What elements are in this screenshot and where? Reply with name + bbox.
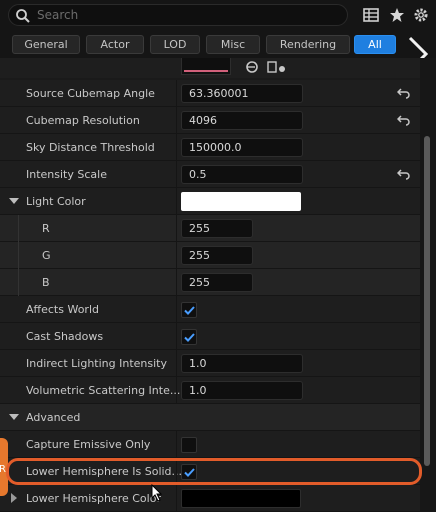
property-label: Affects World	[26, 303, 99, 316]
tab-misc[interactable]: Misc	[206, 35, 260, 54]
property-label: G	[42, 249, 51, 262]
light-color-b-field[interactable]: 255	[181, 273, 253, 292]
property-row-intensity-scale: Intensity Scale 0.5	[0, 161, 420, 188]
column-divider	[176, 269, 177, 296]
light-color-g-field[interactable]: 255	[181, 246, 253, 265]
checkmark-icon	[184, 333, 195, 342]
property-label: R	[42, 222, 50, 235]
expand-arrow-icon[interactable]	[9, 198, 19, 204]
light-color-swatch[interactable]	[181, 192, 301, 211]
column-divider	[176, 350, 177, 377]
property-row-source-cubemap-angle: Source Cubemap Angle 63.360001	[0, 80, 420, 107]
column-divider	[176, 161, 177, 188]
column-divider	[176, 323, 177, 350]
indirect-lighting-intensity-field[interactable]: 1.0	[181, 354, 303, 373]
source-cubemap-angle-field[interactable]: 63.360001	[181, 84, 303, 103]
reset-to-default-icon[interactable]	[397, 168, 411, 180]
sky-distance-threshold-field[interactable]: 150000.0	[181, 138, 303, 157]
scrollbar-thumb[interactable]	[424, 136, 430, 466]
tab-all[interactable]: All	[354, 35, 396, 54]
checkmark-icon	[184, 306, 195, 315]
category-label: Advanced	[26, 411, 81, 424]
mouse-cursor-icon	[151, 484, 163, 502]
property-row-cast-shadows: Cast Shadows	[0, 323, 420, 350]
affects-world-checkbox[interactable]	[181, 302, 197, 318]
intensity-scale-field[interactable]: 0.5	[181, 165, 303, 184]
column-divider	[176, 80, 177, 107]
refresh-icon[interactable]	[244, 60, 260, 74]
property-row-light-color-r: R 255	[0, 215, 420, 242]
property-row-light-color[interactable]: Light Color	[0, 188, 420, 215]
column-divider	[176, 242, 177, 269]
property-label: Intensity Scale	[26, 168, 107, 181]
cubemap-resolution-field[interactable]: 4096	[181, 111, 303, 130]
property-label: Indirect Lighting Intensity	[26, 357, 167, 370]
tab-actor[interactable]: Actor	[86, 35, 144, 54]
column-divider	[176, 377, 177, 404]
search-input[interactable]	[37, 7, 337, 23]
column-divider	[176, 134, 177, 161]
asset-picker-icon[interactable]	[266, 60, 288, 74]
indent-guide	[18, 215, 19, 242]
table-view-icon[interactable]	[362, 6, 380, 24]
volumetric-scattering-field[interactable]: 1.0	[181, 381, 303, 400]
property-label: Cubemap Resolution	[26, 114, 140, 127]
indent-guide	[18, 242, 19, 269]
property-label: Lower Hemisphere Color	[26, 492, 161, 505]
reset-to-default-icon[interactable]	[397, 87, 411, 99]
property-row-lower-hemisphere-color[interactable]: Lower Hemisphere Color	[0, 485, 420, 512]
property-label: Light Color	[26, 195, 86, 208]
property-label: B	[42, 276, 50, 289]
tab-general[interactable]: General	[12, 35, 80, 54]
property-row-capture-emissive-only: Capture Emissive Only	[0, 431, 420, 458]
search-icon	[16, 9, 30, 23]
color-swatch-partial[interactable]	[181, 58, 231, 75]
lower-hemisphere-color-swatch[interactable]	[181, 489, 301, 508]
tab-rendering[interactable]: Rendering	[266, 35, 350, 54]
partial-row	[0, 58, 420, 78]
indent-guide	[18, 269, 19, 296]
property-row-light-color-g: G 255	[0, 242, 420, 269]
expand-arrow-icon[interactable]	[11, 493, 17, 503]
column-divider	[176, 485, 177, 512]
highlight-annotation	[6, 458, 422, 485]
property-label: Source Cubemap Angle	[26, 87, 155, 100]
property-row-affects-world: Affects World	[0, 296, 420, 323]
favorite-star-icon[interactable]	[388, 6, 406, 24]
property-label: Capture Emissive Only	[26, 438, 151, 451]
property-row-light-color-b: B 255	[0, 269, 420, 296]
column-divider	[176, 107, 177, 134]
reset-to-default-icon[interactable]	[397, 114, 411, 126]
tab-lod[interactable]: LOD	[150, 35, 200, 54]
expand-arrow-icon[interactable]	[9, 414, 19, 420]
property-label: Cast Shadows	[26, 330, 104, 343]
property-row-sky-distance-threshold: Sky Distance Threshold 150000.0	[0, 134, 420, 161]
column-divider	[176, 215, 177, 242]
details-toolbar	[0, 0, 436, 30]
column-divider	[176, 296, 177, 323]
column-divider	[176, 431, 177, 458]
settings-gear-icon[interactable]	[412, 6, 430, 24]
property-row-indirect-lighting-intensity: Indirect Lighting Intensity 1.0	[0, 350, 420, 377]
cast-shadows-checkbox[interactable]	[181, 329, 197, 345]
category-tabs: General Actor LOD Misc Rendering All	[0, 30, 436, 58]
capture-emissive-only-checkbox[interactable]	[181, 437, 197, 453]
column-divider	[176, 188, 177, 215]
light-color-r-field[interactable]: 255	[181, 219, 253, 238]
property-row-cubemap-resolution: Cubemap Resolution 4096	[0, 107, 420, 134]
search-box[interactable]	[8, 4, 348, 26]
category-advanced[interactable]: Advanced	[0, 404, 420, 431]
property-row-volumetric-scattering: Volumetric Scattering Inte... 1.0	[0, 377, 420, 404]
property-label: Volumetric Scattering Inte...	[26, 384, 181, 397]
property-label: Sky Distance Threshold	[26, 141, 155, 154]
